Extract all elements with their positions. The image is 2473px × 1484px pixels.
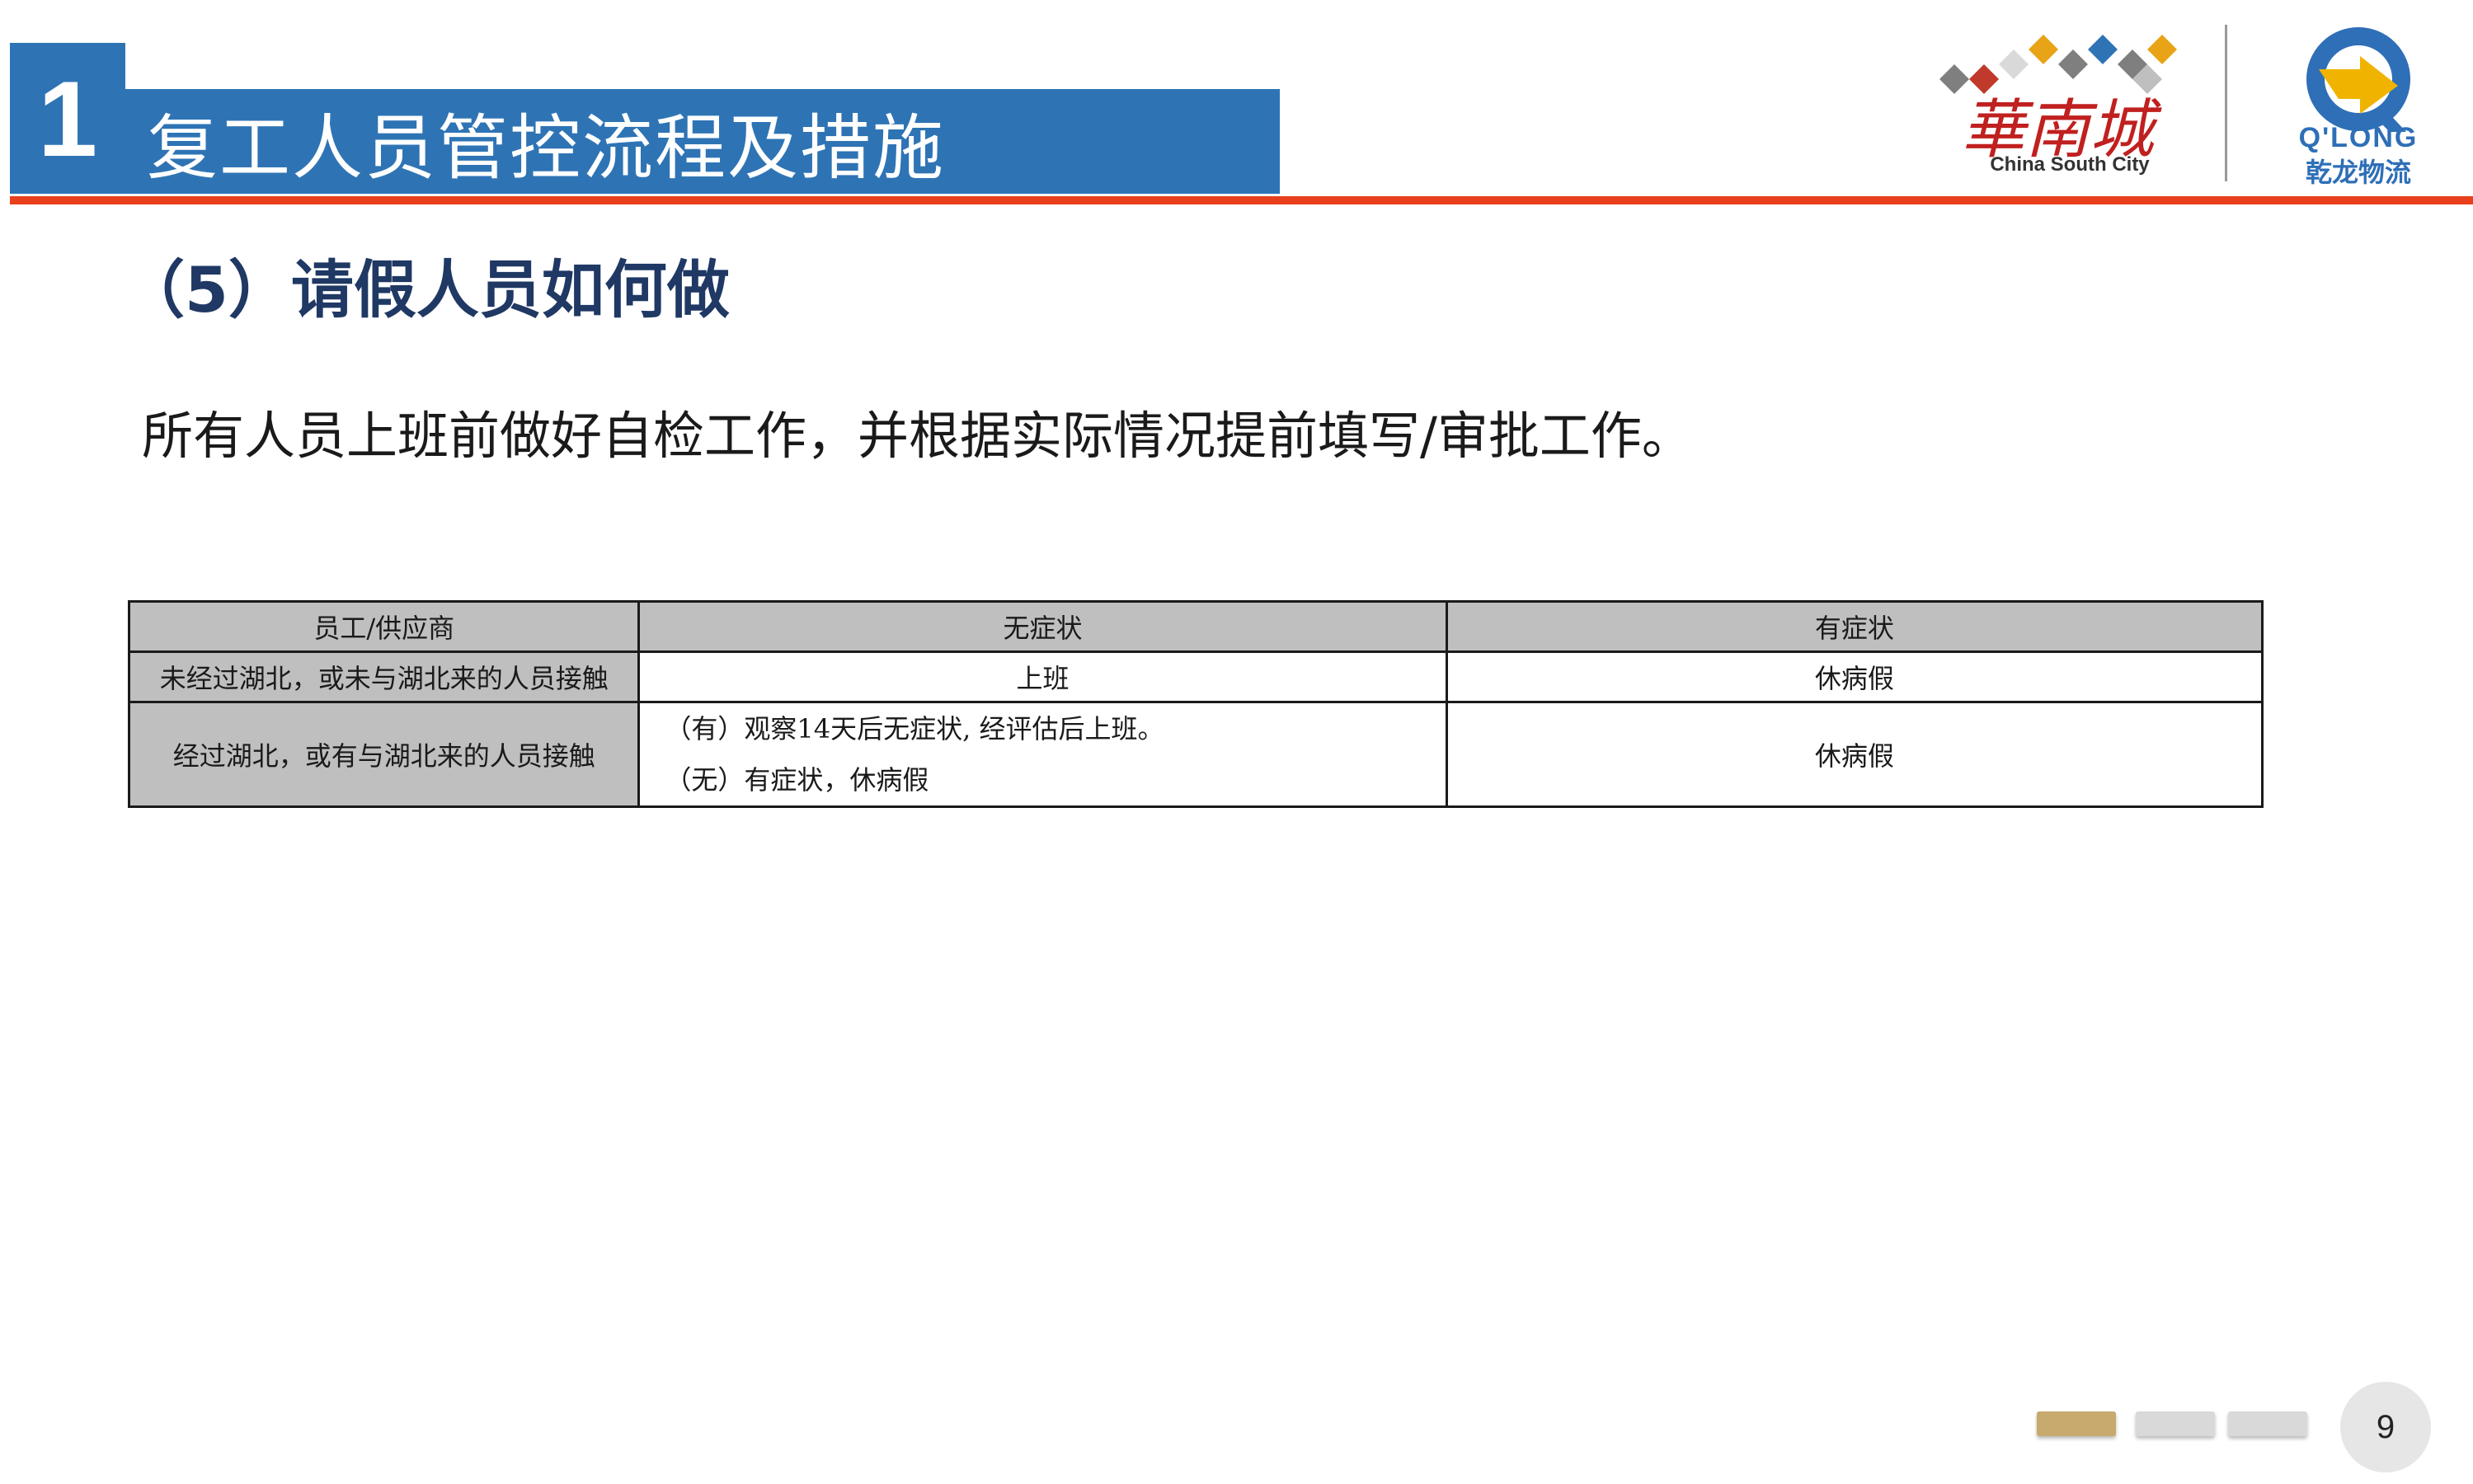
page-indicator-active[interactable] — [2037, 1411, 2116, 1436]
logo-divider — [2225, 25, 2227, 181]
cell-symptom: 休病假 — [1445, 701, 2264, 808]
page-number: 9 — [2340, 1382, 2431, 1472]
slide-title: 复工人员管控流程及措施 — [147, 107, 945, 190]
page-indicator[interactable] — [2228, 1411, 2307, 1436]
mosaic-zigzag-icon — [1939, 35, 2177, 94]
page-indicator[interactable] — [2136, 1411, 2215, 1436]
header-no-symptom: 无症状 — [637, 600, 1448, 653]
section-subtitle: （5）请假人员如何做 — [122, 253, 730, 326]
table-row: 经过湖北，或有与湖北来的人员接触 （有）观察14天后无症状, 经评估后上班。 （… — [127, 701, 2264, 808]
leave-policy-table: 员工/供应商 无症状 有症状 未经过湖北，或未与湖北来的人员接触 上班 休病假 … — [127, 600, 2264, 808]
row-category: 经过湖北，或有与湖北来的人员接触 — [127, 701, 641, 808]
header-divider — [10, 196, 2473, 204]
title-bar: 复工人员管控流程及措施 — [125, 89, 1280, 194]
qlong-english-name: Q'LONG — [2298, 122, 2419, 153]
lead-paragraph: 所有人员上班前做好自检工作，并根据实际情况提前填写/审批工作。 — [142, 406, 1693, 466]
q-ring-icon — [2306, 27, 2410, 132]
header-category: 员工/供应商 — [127, 600, 641, 653]
condition-line: （有）观察14天后无症状, 经评估后上班。 — [665, 713, 1164, 744]
csc-english-name: China South City — [1990, 153, 2150, 176]
table-header-row: 员工/供应商 无症状 有症状 — [127, 600, 2264, 653]
row-category: 未经过湖北，或未与湖北来的人员接触 — [127, 650, 641, 703]
qlong-chinese-name: 乾龙物流 — [2305, 157, 2411, 188]
condition-line: （无）有症状，休病假 — [665, 764, 929, 796]
section-number: 1 — [10, 43, 125, 194]
header-symptom: 有症状 — [1445, 600, 2264, 653]
table-row: 未经过湖北，或未与湖北来的人员接触 上班 休病假 — [127, 650, 2264, 703]
cell-no-symptom: 上班 — [637, 650, 1448, 703]
cell-no-symptom: （有）观察14天后无症状, 经评估后上班。 （无）有症状，休病假 — [637, 701, 1448, 808]
cell-symptom: 休病假 — [1445, 650, 2264, 703]
